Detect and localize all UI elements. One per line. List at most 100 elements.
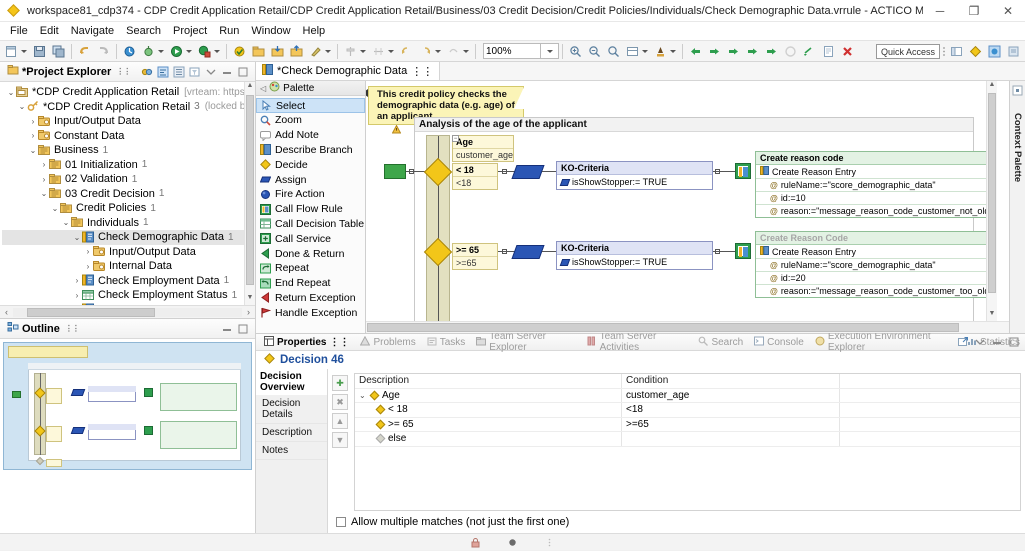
reason-code-1[interactable]: Create reason code Create Reason Entry @ bbox=[755, 151, 997, 218]
arrange-button[interactable] bbox=[445, 43, 462, 60]
project-tree-hscrollbar[interactable]: ‹ › bbox=[0, 305, 255, 318]
tree-item-cdp-credit-application-retail[interactable]: ⌄ *CDP Credit Application Retail [vrteam: … bbox=[2, 85, 255, 100]
arrange-dropdown-caret[interactable] bbox=[463, 49, 469, 53]
menu-window[interactable]: Window bbox=[245, 24, 296, 38]
properties-tab-team-server-activities[interactable]: Team Server Activities bbox=[582, 331, 693, 353]
tree-twisty-icon[interactable]: › bbox=[83, 247, 93, 256]
palette-item-add-note[interactable]: Add Note bbox=[256, 128, 365, 143]
rotate-right-button[interactable] bbox=[417, 43, 434, 60]
ko-criteria-1[interactable]: KO-Criteria isShowStopper:= TRUE bbox=[556, 161, 713, 190]
distribute-dropdown-caret[interactable] bbox=[388, 49, 394, 53]
outline-minimap[interactable] bbox=[3, 342, 252, 470]
link-editor-icon[interactable] bbox=[140, 65, 154, 79]
rotate-left-button[interactable] bbox=[398, 43, 415, 60]
tree-twisty-icon[interactable]: › bbox=[72, 291, 82, 300]
properties-tab-tasks[interactable]: Tasks bbox=[422, 334, 471, 350]
canvas-vscrollbar[interactable]: ▲ ▼ bbox=[986, 81, 997, 321]
tree-twisty-icon[interactable]: › bbox=[83, 262, 93, 271]
palette-header[interactable]: ◁ Palette bbox=[256, 81, 365, 96]
tab-outline[interactable]: Outline ⋮⋮ bbox=[2, 319, 84, 338]
rotate-dropdown-caret[interactable] bbox=[435, 49, 441, 53]
quick-access-handle[interactable] bbox=[940, 44, 947, 59]
tree-twisty-icon[interactable]: ⌄ bbox=[39, 189, 49, 198]
menu-help[interactable]: Help bbox=[297, 24, 332, 38]
tree-item-check-employment-data[interactable]: › Check Employment Data 1 bbox=[2, 274, 255, 289]
tab-editor-close[interactable]: ⋮⋮ bbox=[411, 65, 433, 78]
tree-twisty-icon[interactable]: › bbox=[72, 276, 82, 285]
properties-tab-team-server-explorer[interactable]: Team Server Explorer bbox=[471, 331, 580, 353]
tree-item-internal-data[interactable]: › Internal Data bbox=[2, 259, 255, 274]
tree-item-credit-policies[interactable]: ⌄ Credit Policies 1 bbox=[2, 201, 255, 216]
step-return-button[interactable] bbox=[744, 43, 761, 60]
palette-item-handle-exception[interactable]: Handle Exception bbox=[256, 305, 365, 320]
move-up-button[interactable]: ▲ bbox=[332, 413, 348, 429]
filter-icon[interactable] bbox=[188, 65, 202, 79]
tree-item-input-output-data[interactable]: › Input/Output Data bbox=[2, 245, 255, 260]
project-tree-vscrollbar[interactable]: ▲ ▼ bbox=[244, 82, 255, 305]
tree-item-constant-data[interactable]: › Constant Data bbox=[2, 129, 255, 144]
call-node-1[interactable] bbox=[735, 163, 751, 179]
properties-detach-icon[interactable] bbox=[956, 335, 970, 349]
align-dropdown-caret[interactable] bbox=[360, 49, 366, 53]
properties-menu-icon[interactable] bbox=[973, 335, 987, 349]
table-row[interactable]: >= 65 >=65 bbox=[355, 417, 1020, 432]
refresh-button[interactable] bbox=[121, 43, 138, 60]
palette-item-select[interactable]: Select bbox=[256, 98, 365, 113]
tree-twisty-icon[interactable]: ⌄ bbox=[28, 146, 38, 155]
undo-button[interactable] bbox=[76, 43, 93, 60]
tree-item-business[interactable]: ⌄ Business 1 bbox=[2, 143, 255, 158]
menu-project[interactable]: Project bbox=[167, 24, 213, 38]
perspective-open-button[interactable] bbox=[948, 43, 965, 60]
assign-node-1[interactable] bbox=[511, 165, 545, 179]
branch-gte65-box[interactable]: >= 65 >=65 bbox=[452, 243, 498, 270]
new-button[interactable] bbox=[3, 43, 20, 60]
tree-item-check-employment-status[interactable]: › Check Employment Status 1 bbox=[2, 288, 255, 303]
new-document-button[interactable] bbox=[820, 43, 837, 60]
zoom-out-button[interactable] bbox=[586, 43, 603, 60]
allow-multiple-matches-checkbox[interactable] bbox=[336, 517, 346, 527]
table-row[interactable]: ⌄ Age customer_age bbox=[355, 388, 1020, 403]
menu-navigate[interactable]: Navigate bbox=[65, 24, 120, 38]
menu-edit[interactable]: Edit bbox=[34, 24, 65, 38]
palette-item-done-return[interactable]: Done & Return bbox=[256, 246, 365, 261]
tree-twisty-icon[interactable]: › bbox=[39, 175, 49, 184]
decision-collapse-icon[interactable]: − bbox=[452, 135, 459, 142]
tree-item-check-income-data[interactable]: ›Check Income Data1 bbox=[2, 303, 255, 305]
call-node-2[interactable] bbox=[735, 243, 751, 259]
minimize-button[interactable]: ─ bbox=[923, 0, 957, 22]
canvas-scroll-up[interactable]: ▲ bbox=[987, 81, 997, 92]
outline-minimize-icon[interactable] bbox=[220, 322, 234, 336]
zoom-level-dropdown[interactable] bbox=[541, 43, 559, 59]
delete-row-button[interactable]: ✖ bbox=[332, 394, 348, 410]
canvas-scroll-down[interactable]: ▼ bbox=[987, 310, 997, 321]
canvas-hscroll-thumb[interactable] bbox=[367, 323, 959, 332]
tree-item-cdp-credit-application-retail[interactable]: ⌄ *CDP Credit Application Retail 3 (locked … bbox=[2, 100, 255, 115]
tree-twisty-icon[interactable]: › bbox=[28, 117, 38, 126]
minimize-view-icon[interactable] bbox=[204, 65, 218, 79]
decision-age-box[interactable]: Age customer_age bbox=[452, 135, 514, 162]
table-row-twisty-icon[interactable]: ⌄ bbox=[359, 391, 367, 400]
close-button[interactable]: ✕ bbox=[991, 0, 1025, 22]
tree-twisty-icon[interactable]: › bbox=[28, 131, 38, 140]
properties-tab-problems[interactable]: Problems bbox=[355, 334, 420, 350]
tree-scroll-up[interactable]: ▲ bbox=[245, 82, 255, 93]
view-menu-icon[interactable] bbox=[172, 65, 186, 79]
zoom-in-button[interactable] bbox=[567, 43, 584, 60]
ko-criteria-2[interactable]: KO-Criteria isShowStopper:= TRUE bbox=[556, 241, 713, 270]
resume-button[interactable] bbox=[763, 43, 780, 60]
export-button[interactable] bbox=[288, 43, 305, 60]
palette-item-repeat[interactable]: Repeat bbox=[256, 261, 365, 276]
tree-item-check-demographic-data[interactable]: ⌄ Check Demographic Data 1 bbox=[2, 230, 255, 245]
tree-item-individuals[interactable]: ⌄ Individuals 1 bbox=[2, 216, 255, 231]
properties-section-notes[interactable]: Notes bbox=[256, 442, 327, 460]
run-button[interactable] bbox=[168, 43, 185, 60]
tree-scroll-right[interactable]: › bbox=[242, 307, 255, 317]
zoom-level-combo[interactable]: 100% bbox=[483, 43, 541, 59]
redo-button[interactable] bbox=[95, 43, 112, 60]
maximize-view-icon[interactable] bbox=[236, 65, 250, 79]
run-dropdown-caret[interactable] bbox=[186, 49, 192, 53]
move-down-button[interactable]: ▼ bbox=[332, 432, 348, 448]
branch-lt18-box[interactable]: < 18 <18 bbox=[452, 163, 498, 190]
restore-view-icon[interactable] bbox=[220, 65, 234, 79]
tree-twisty-icon[interactable]: ⌄ bbox=[61, 218, 71, 227]
